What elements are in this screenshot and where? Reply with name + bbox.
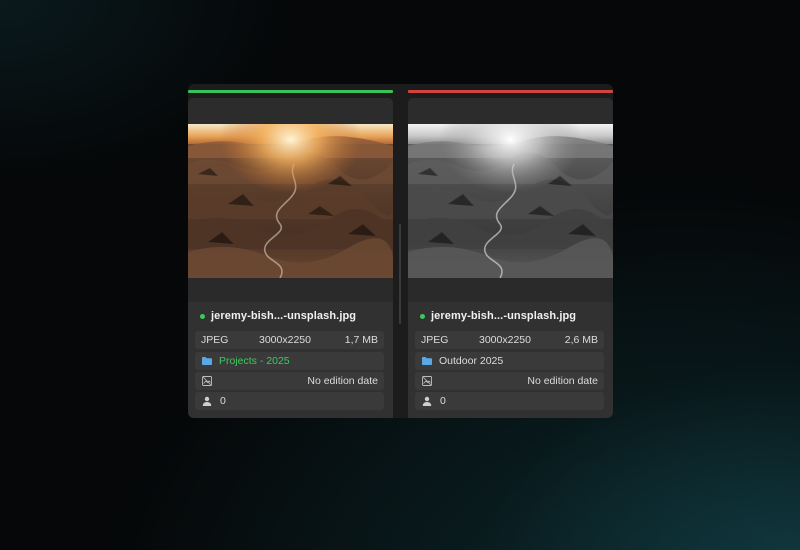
left-info-panel: jeremy-bish...-unsplash.jpg JPEG 3000x22… <box>188 302 393 418</box>
left-preview-area[interactable] <box>188 124 393 302</box>
left-edition-date: No edition date <box>307 375 378 387</box>
left-folder-label: Projects - 2025 <box>219 355 290 367</box>
person-icon <box>202 396 212 406</box>
right-persons-row: 0 <box>415 392 604 410</box>
image-compare-window: jeremy-bish...-unsplash.jpg JPEG 3000x22… <box>188 84 613 418</box>
right-photo[interactable] <box>408 124 613 278</box>
folder-icon <box>202 357 212 365</box>
left-persons-row: 0 <box>195 392 384 410</box>
no-image-icon <box>422 376 432 386</box>
right-landscape-image <box>408 124 613 278</box>
no-image-icon <box>202 376 212 386</box>
left-filename-row[interactable]: jeremy-bish...-unsplash.jpg <box>200 308 356 324</box>
right-accent-bar <box>408 90 613 93</box>
status-dot-icon <box>420 313 425 319</box>
left-folder-row[interactable]: Projects - 2025 <box>195 352 384 370</box>
right-file-info-row: JPEG 3000x2250 2,6 MB <box>415 331 604 349</box>
right-persons-count: 0 <box>440 395 446 407</box>
right-edition-row: No edition date <box>415 372 604 390</box>
left-persons-count: 0 <box>220 395 226 407</box>
status-dot-icon <box>200 313 205 319</box>
left-edition-row: No edition date <box>195 372 384 390</box>
right-image-panel[interactable]: jeremy-bish...-unsplash.jpg JPEG 3000x22… <box>408 84 613 418</box>
right-edition-date: No edition date <box>527 375 598 387</box>
right-info-panel: jeremy-bish...-unsplash.jpg JPEG 3000x22… <box>408 302 613 418</box>
right-format: JPEG <box>421 334 449 346</box>
left-filesize: 1,7 MB <box>344 334 378 346</box>
folder-icon <box>422 357 432 365</box>
left-image-panel[interactable]: jeremy-bish...-unsplash.jpg JPEG 3000x22… <box>188 84 393 418</box>
right-preview-header <box>408 98 613 124</box>
person-icon <box>422 396 432 406</box>
right-folder-label: Outdoor 2025 <box>439 355 504 367</box>
left-file-info-row: JPEG 3000x2250 1,7 MB <box>195 331 384 349</box>
right-filename: jeremy-bish...-unsplash.jpg <box>431 310 577 322</box>
panel-divider[interactable] <box>399 224 401 324</box>
right-dimensions: 3000x2250 <box>479 334 531 346</box>
left-preview-header <box>188 98 393 124</box>
left-format: JPEG <box>201 334 229 346</box>
right-filesize: 2,6 MB <box>564 334 598 346</box>
left-dimensions: 3000x2250 <box>259 334 311 346</box>
left-landscape-image <box>188 124 393 278</box>
right-folder-row[interactable]: Outdoor 2025 <box>415 352 604 370</box>
left-photo[interactable] <box>188 124 393 278</box>
right-preview-area[interactable] <box>408 124 613 302</box>
right-filename-row[interactable]: jeremy-bish...-unsplash.jpg <box>420 308 576 324</box>
left-accent-bar <box>188 90 393 93</box>
left-filename: jeremy-bish...-unsplash.jpg <box>211 310 357 322</box>
